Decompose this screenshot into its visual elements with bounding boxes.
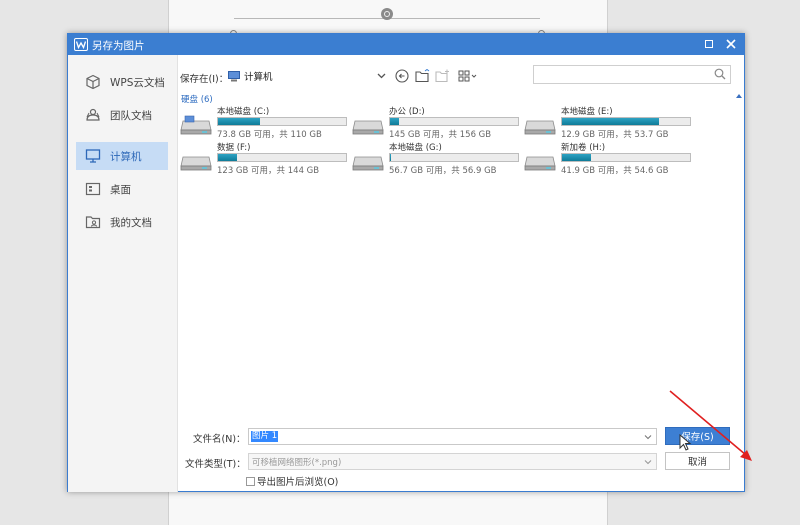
drive-name: 本地磁盘 (C:) bbox=[217, 107, 270, 117]
sidebar-item-label: 我的文档 bbox=[110, 216, 152, 229]
mouse-pointer-icon bbox=[679, 434, 692, 451]
dialog-title: 另存为图片 bbox=[92, 40, 145, 52]
system-drive-icon bbox=[180, 115, 212, 135]
location-dropdown[interactable]: 计算机 bbox=[228, 66, 388, 86]
dialog-titlebar[interactable]: 另存为图片 bbox=[68, 34, 744, 55]
up-folder-button[interactable] bbox=[414, 68, 430, 84]
drive-usage-fill bbox=[218, 118, 261, 125]
drive-size: 123 GB 可用，共 144 GB bbox=[217, 166, 320, 176]
annotation-arrow-icon bbox=[669, 390, 752, 461]
drive-usage-fill bbox=[218, 154, 238, 161]
drive-item[interactable]: 新加卷 (H:) 41.9 GB 可用，共 54.6 GB bbox=[524, 141, 694, 177]
my-documents-icon bbox=[84, 213, 102, 231]
rotate-handle-icon bbox=[381, 8, 393, 20]
drive-item[interactable]: 数据 (F:) 123 GB 可用，共 144 GB bbox=[180, 141, 350, 177]
close-icon[interactable] bbox=[724, 37, 738, 51]
new-folder-icon bbox=[434, 69, 449, 83]
sidebar-item-label: 桌面 bbox=[110, 183, 131, 196]
sidebar-item-wps-cloud[interactable]: WPS云文档 bbox=[76, 68, 168, 96]
drive-name: 本地磁盘 (G:) bbox=[389, 143, 442, 153]
hard-drive-icon bbox=[524, 120, 556, 135]
drive-usage-bar bbox=[389, 117, 519, 126]
computer-icon bbox=[84, 147, 102, 165]
hard-drive-icon bbox=[180, 156, 212, 171]
drive-usage-bar bbox=[389, 153, 519, 162]
drive-usage-fill bbox=[562, 118, 660, 125]
drive-size: 56.7 GB 可用，共 56.9 GB bbox=[389, 166, 497, 176]
drive-item[interactable]: 本地磁盘 (E:) 12.9 GB 可用，共 53.7 GB bbox=[524, 105, 694, 141]
chevron-down-icon[interactable] bbox=[644, 433, 652, 441]
collapse-caret-icon[interactable] bbox=[736, 94, 742, 98]
grid-view-icon bbox=[458, 70, 477, 82]
filetype-value: 可移植网络图形(*.png) bbox=[252, 458, 342, 468]
places-sidebar: WPS云文档 团队文档 计算机 桌面 我的文档 bbox=[68, 55, 178, 492]
browse-after-export-option[interactable]: 导出图片后浏览(O) bbox=[246, 474, 338, 488]
wps-logo-icon bbox=[74, 38, 88, 51]
search-icon[interactable] bbox=[714, 68, 726, 80]
location-value: 计算机 bbox=[244, 72, 273, 83]
folder-up-icon bbox=[414, 69, 429, 83]
search-input[interactable] bbox=[533, 65, 731, 84]
drive-item[interactable]: 本地磁盘 (G:) 56.7 GB 可用，共 56.9 GB bbox=[352, 141, 522, 177]
filename-value: 图片 1 bbox=[251, 431, 279, 442]
sidebar-item-team-docs[interactable]: 团队文档 bbox=[76, 101, 168, 129]
filetype-label: 文件类型(T)： bbox=[185, 459, 246, 470]
drive-usage-bar bbox=[217, 117, 347, 126]
hard-drive-icon bbox=[352, 156, 384, 171]
back-button[interactable] bbox=[394, 68, 410, 84]
chevron-down-icon[interactable] bbox=[644, 458, 652, 466]
drive-size: 41.9 GB 可用，共 54.6 GB bbox=[561, 166, 669, 176]
team-icon bbox=[84, 106, 102, 124]
hard-drive-icon bbox=[352, 120, 384, 135]
back-arrow-icon bbox=[395, 69, 409, 83]
drive-usage-bar bbox=[561, 153, 691, 162]
drive-usage-fill bbox=[390, 154, 392, 161]
filename-input[interactable]: 图片 1 bbox=[248, 428, 657, 445]
computer-location-icon bbox=[228, 70, 240, 81]
maximize-button[interactable] bbox=[702, 37, 716, 51]
cube-icon bbox=[84, 73, 102, 91]
chevron-down-icon bbox=[377, 73, 386, 79]
drive-size: 145 GB 可用，共 156 GB bbox=[389, 130, 492, 140]
sidebar-item-label: 计算机 bbox=[110, 150, 142, 163]
new-folder-button[interactable] bbox=[434, 68, 450, 84]
drive-usage-fill bbox=[562, 154, 592, 161]
drive-name: 新加卷 (H:) bbox=[561, 143, 606, 153]
browse-after-export-label: 导出图片后浏览(O) bbox=[257, 477, 339, 488]
filename-label: 文件名(N)： bbox=[193, 434, 246, 445]
filetype-select[interactable]: 可移植网络图形(*.png) bbox=[248, 453, 657, 470]
drive-name: 数据 (F:) bbox=[217, 143, 251, 153]
save-as-image-dialog: 另存为图片 WPS云文档 团队文档 计算机 桌面 我的文档 保存在(I)： 计算… bbox=[67, 33, 752, 492]
drive-name: 本地磁盘 (E:) bbox=[561, 107, 613, 117]
drive-item[interactable]: 本地磁盘 (C:) 73.8 GB 可用，共 110 GB bbox=[180, 105, 350, 141]
sidebar-item-label: 团队文档 bbox=[110, 109, 152, 122]
sidebar-item-my-documents[interactable]: 我的文档 bbox=[76, 208, 168, 236]
drive-item[interactable]: 办公 (D:) 145 GB 可用，共 156 GB bbox=[352, 105, 522, 141]
save-in-label: 保存在(I)： bbox=[180, 74, 229, 85]
sidebar-item-desktop[interactable]: 桌面 bbox=[76, 175, 168, 203]
view-mode-button[interactable] bbox=[458, 68, 478, 84]
drive-usage-fill bbox=[390, 118, 399, 125]
drive-usage-bar bbox=[217, 153, 347, 162]
sidebar-item-label: WPS云文档 bbox=[110, 76, 165, 89]
drive-size: 73.8 GB 可用，共 110 GB bbox=[217, 130, 322, 140]
drive-usage-bar bbox=[561, 117, 691, 126]
browse-after-export-checkbox[interactable] bbox=[246, 476, 255, 486]
hard-disk-group-header[interactable]: 硬盘 (6) bbox=[181, 93, 213, 105]
desktop-icon bbox=[84, 180, 102, 198]
hard-drive-icon bbox=[524, 156, 556, 171]
drive-name: 办公 (D:) bbox=[389, 107, 425, 117]
drive-size: 12.9 GB 可用，共 53.7 GB bbox=[561, 130, 669, 140]
sidebar-item-computer[interactable]: 计算机 bbox=[76, 142, 168, 170]
